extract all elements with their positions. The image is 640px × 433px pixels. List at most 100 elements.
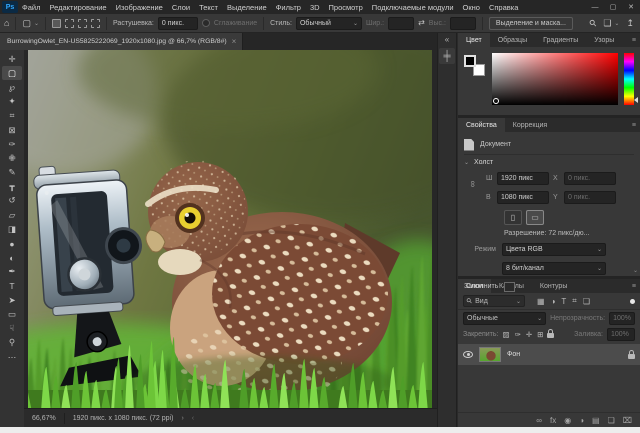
style-select[interactable]: Обычный ⌄ — [295, 16, 362, 30]
menu-item[interactable]: Файл — [22, 3, 40, 12]
menu-item[interactable]: Справка — [489, 3, 518, 12]
spot-healing-brush-tool[interactable]: ✙ — [2, 151, 22, 165]
dodge-tool[interactable]: ◐ — [2, 251, 22, 265]
type-tool[interactable]: T — [2, 279, 22, 293]
hue-slider-marker[interactable] — [634, 97, 638, 103]
path-selection-tool[interactable]: ➤ — [2, 293, 22, 307]
menu-item[interactable]: Подключаемые модули — [372, 3, 454, 12]
layer-locked-icon[interactable] — [628, 349, 635, 359]
menu-item[interactable]: Редактирование — [49, 3, 106, 12]
menu-item[interactable]: Выделение — [227, 3, 267, 12]
swap-width-height-icon[interactable]: ⇄ — [418, 19, 425, 27]
properties-panel-tab[interactable]: Свойства — [458, 118, 505, 132]
history-brush-tool[interactable]: ↺ — [2, 194, 22, 208]
edit-toolbar[interactable]: ⋯ — [2, 350, 22, 364]
fill-checkbox[interactable] — [504, 281, 516, 292]
eyedropper-tool[interactable]: ✑ — [2, 137, 22, 151]
tool-preset-dropdown[interactable]: ▢ ⌄ — [22, 18, 39, 28]
hand-tool[interactable]: ☟ — [2, 322, 22, 336]
filter-toggle[interactable] — [630, 298, 635, 304]
hue-slider[interactable] — [624, 53, 638, 105]
scroll-down-icon[interactable]: ⌄ — [633, 267, 638, 274]
zoom-tool[interactable]: ⚲ — [2, 336, 22, 350]
eraser-tool[interactable]: ▱ — [2, 208, 22, 222]
gradient-tool[interactable]: ◨ — [2, 222, 22, 236]
blur-tool[interactable]: ● — [2, 236, 22, 250]
panel-menu-icon[interactable]: ≡ — [632, 37, 636, 44]
frame-tool[interactable]: ⊠ — [2, 123, 22, 137]
canvas-height-input[interactable]: 1080 пикс — [497, 191, 549, 204]
document-tab[interactable]: BurrowingOwlet_EN-US5825222069_1920x1080… — [0, 33, 244, 50]
lock-all-icon[interactable] — [547, 329, 555, 338]
layer-filter-select[interactable]: ⚲ Вид ⌄ — [463, 295, 525, 307]
canvas-x-input[interactable]: 0 пикс. — [564, 172, 616, 185]
pixel-layer-filter-icon[interactable]: ▦ — [537, 297, 545, 306]
shape-layer-filter-icon[interactable]: ⌗ — [572, 296, 577, 306]
foreground-background-swatches[interactable] — [464, 53, 486, 111]
color-mode-select[interactable]: Цвета RGB ⌄ — [502, 243, 606, 256]
collapsed-panel-sliders-icon[interactable]: ╪ — [439, 48, 455, 64]
blend-mode-select[interactable]: Обычные ⌄ — [463, 311, 547, 325]
home-icon[interactable]: ⌂ — [4, 18, 9, 28]
new-layer-icon[interactable]: ❏ — [608, 416, 615, 425]
new-group-icon[interactable]: ▤ — [592, 416, 600, 425]
fill-input[interactable]: 100% — [607, 327, 635, 341]
layer-row-background[interactable]: Фон — [458, 344, 640, 365]
menu-item[interactable]: 3D — [310, 3, 320, 12]
link-dimensions-icon[interactable]: ∞ — [468, 181, 478, 187]
new-selection-button[interactable] — [51, 18, 61, 28]
color-panel-tab[interactable]: Узоры — [586, 33, 622, 47]
maximize-button[interactable]: ▢ — [604, 0, 622, 14]
menu-item[interactable]: Изображение — [116, 3, 163, 12]
type-layer-filter-icon[interactable]: T — [561, 297, 566, 306]
landscape-orientation-button[interactable]: ▭ — [526, 209, 544, 225]
canvas-width-input[interactable]: 1920 пикс — [497, 172, 549, 185]
properties-panel-tab[interactable]: Коррекция — [505, 118, 555, 132]
lasso-tool[interactable]: ℘ — [2, 80, 22, 94]
canvas-image[interactable] — [0, 10, 528, 433]
panel-menu-icon[interactable]: ≡ — [632, 122, 636, 129]
crop-tool[interactable]: ⌗ — [2, 109, 22, 123]
saturation-brightness-field[interactable] — [492, 53, 618, 105]
rectangular-marquee-tool[interactable]: ▢ — [2, 66, 22, 81]
layer-thumbnail[interactable] — [479, 347, 501, 362]
link-layers-icon[interactable]: ∞ — [536, 416, 542, 425]
pen-tool[interactable]: ✒ — [2, 265, 22, 279]
share-icon[interactable]: ↥ — [626, 18, 634, 28]
minimize-button[interactable]: — — [586, 0, 604, 14]
subtract-from-selection-button[interactable] — [77, 18, 87, 28]
lock-position-icon[interactable]: ✛ — [526, 330, 532, 339]
color-panel-tab[interactable]: Цвет — [458, 33, 490, 47]
scroll-left-icon[interactable]: ‹ — [192, 415, 194, 422]
adjustment-layer-icon[interactable]: ◑ — [579, 416, 584, 425]
lock-artboard-icon[interactable]: ⊞ — [537, 330, 543, 339]
opacity-input[interactable]: 100% — [609, 311, 635, 325]
move-tool[interactable]: ✛ — [2, 52, 22, 66]
zoom-level-field[interactable]: 66,67% — [32, 415, 56, 422]
menu-item[interactable]: Просмотр — [329, 3, 363, 12]
brush-tool[interactable]: ✎ — [2, 166, 22, 180]
clone-stamp-tool[interactable]: ┳ — [2, 180, 22, 194]
width-input[interactable] — [388, 16, 415, 30]
status-chevron-icon[interactable]: › — [181, 415, 183, 422]
smart-object-filter-icon[interactable]: ❏ — [583, 297, 590, 306]
menu-item[interactable]: Слои — [172, 3, 190, 12]
close-button[interactable]: ✕ — [622, 0, 640, 14]
feather-input[interactable]: 0 пикс. — [157, 16, 198, 30]
bit-depth-select[interactable]: 8 бит/канал ⌄ — [502, 262, 606, 275]
menu-item[interactable]: Окно — [463, 3, 480, 12]
rectangle-tool[interactable]: ▭ — [2, 307, 22, 321]
intersect-selection-button[interactable] — [90, 18, 100, 28]
lock-transparent-pixels-icon[interactable]: ▨ — [502, 330, 509, 339]
color-picker-marker[interactable] — [493, 98, 499, 104]
canvas-y-input[interactable]: 0 пикс. — [564, 191, 616, 204]
layer-visibility-icon[interactable] — [463, 351, 473, 358]
color-panel-tab[interactable]: Образцы — [490, 33, 535, 47]
foreground-color-swatch[interactable] — [464, 55, 476, 67]
adjustment-layer-filter-icon[interactable]: ◑ — [551, 297, 556, 306]
close-tab-icon[interactable]: × — [232, 37, 237, 46]
layer-effects-icon[interactable]: fx — [550, 416, 556, 425]
lock-image-pixels-icon[interactable]: ✑ — [515, 330, 521, 339]
expand-panels-icon[interactable]: « — [445, 35, 449, 44]
workspace-switcher[interactable]: ❏ ⌄ — [603, 18, 619, 28]
